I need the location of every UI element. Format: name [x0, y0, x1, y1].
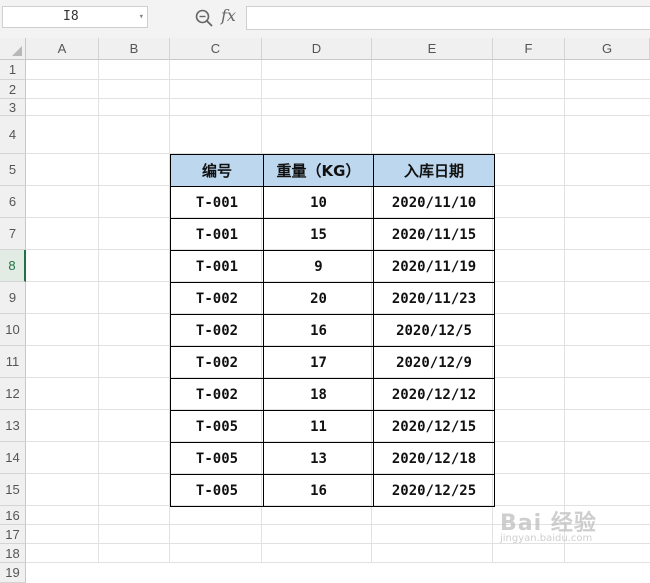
cell-id[interactable]: T-002 — [170, 346, 264, 379]
column-header-c[interactable]: C — [170, 38, 262, 60]
cell-id[interactable]: T-001 — [170, 186, 264, 219]
row-header-16[interactable]: 16 — [0, 506, 26, 525]
row-header-2[interactable]: 2 — [0, 80, 26, 99]
row-header-1[interactable]: 1 — [0, 60, 26, 80]
cell-id[interactable]: T-005 — [170, 474, 264, 507]
cell-weight[interactable]: 13 — [263, 442, 374, 475]
table-row: T-005 11 2020/12/15 — [170, 410, 495, 443]
cell-weight[interactable]: 18 — [263, 378, 374, 411]
fx-icon[interactable]: fx — [221, 6, 236, 25]
row-header-8[interactable]: 8 — [0, 250, 26, 282]
column-header-b[interactable]: B — [99, 38, 170, 60]
cell-id[interactable]: T-002 — [170, 378, 264, 411]
row-header-15[interactable]: 15 — [0, 474, 26, 506]
column-header-g[interactable]: G — [565, 38, 650, 60]
column-header-a[interactable]: A — [26, 38, 99, 60]
watermark-url: jingyan.baidu.com — [500, 533, 593, 544]
table-row: T-001 9 2020/11/19 — [170, 250, 495, 283]
row-header-12[interactable]: 12 — [0, 378, 26, 410]
row-header-4[interactable]: 4 — [0, 116, 26, 154]
cell-date[interactable]: 2020/12/25 — [373, 474, 495, 507]
row-header-19[interactable]: 19 — [0, 563, 26, 583]
cell-date[interactable]: 2020/12/18 — [373, 442, 495, 475]
table-row: T-002 18 2020/12/12 — [170, 378, 495, 411]
cell-weight[interactable]: 17 — [263, 346, 374, 379]
row-header-7[interactable]: 7 — [0, 218, 26, 250]
table-row: T-005 13 2020/12/18 — [170, 442, 495, 475]
row-header-10[interactable]: 10 — [0, 314, 26, 346]
row-header-6[interactable]: 6 — [0, 186, 26, 218]
cell-weight[interactable]: 9 — [263, 250, 374, 283]
cell-date[interactable]: 2020/12/5 — [373, 314, 495, 347]
watermark: Bai 经验 jingyan.baidu.com — [500, 505, 597, 544]
cell-id[interactable]: T-001 — [170, 250, 264, 283]
table-row: T-001 15 2020/11/15 — [170, 218, 495, 251]
row-header-13[interactable]: 13 — [0, 410, 26, 442]
cell-date[interactable]: 2020/12/9 — [373, 346, 495, 379]
column-header-f[interactable]: F — [493, 38, 565, 60]
row-header-5[interactable]: 5 — [0, 154, 26, 186]
select-all-corner[interactable] — [0, 38, 26, 60]
table-row: T-002 16 2020/12/5 — [170, 314, 495, 347]
row-header-17[interactable]: 17 — [0, 525, 26, 544]
name-box[interactable]: I8 ▾ — [2, 6, 148, 28]
zoom-icon[interactable] — [194, 8, 214, 28]
row-header-3[interactable]: 3 — [0, 99, 26, 116]
table-header-row: 编号 重量（KG） 入库日期 — [170, 154, 495, 187]
cell-weight[interactable]: 16 — [263, 314, 374, 347]
cell-weight[interactable]: 15 — [263, 218, 374, 251]
cell-id[interactable]: T-001 — [170, 218, 264, 251]
spreadsheet-grid: ABCDEFG 1 2 3 4 5 6 7 8 9 10 11 12 13 14 15 16 17 18 19 编号… — [0, 38, 650, 583]
table-row: T-005 16 2020/12/25 — [170, 474, 495, 507]
cell-date[interactable]: 2020/11/10 — [373, 186, 495, 219]
header-date[interactable]: 入库日期 — [373, 154, 495, 187]
cell-weight[interactable]: 10 — [263, 186, 374, 219]
cell-date[interactable]: 2020/11/23 — [373, 282, 495, 315]
formula-bar: I8 ▾ fx — [0, 0, 650, 38]
column-header-e[interactable]: E — [372, 38, 493, 60]
chevron-down-icon[interactable]: ▾ — [139, 7, 144, 27]
cell-weight[interactable]: 20 — [263, 282, 374, 315]
row-header-9[interactable]: 9 — [0, 282, 26, 314]
table-row: T-002 17 2020/12/9 — [170, 346, 495, 379]
cell-date[interactable]: 2020/11/19 — [373, 250, 495, 283]
cell-date[interactable]: 2020/11/15 — [373, 218, 495, 251]
row-header-18[interactable]: 18 — [0, 544, 26, 563]
row-header-14[interactable]: 14 — [0, 442, 26, 474]
header-weight[interactable]: 重量（KG） — [263, 154, 374, 187]
cell-id[interactable]: T-002 — [170, 314, 264, 347]
row-header-11[interactable]: 11 — [0, 346, 26, 378]
table-row: T-001 10 2020/11/10 — [170, 186, 495, 219]
cell-weight[interactable]: 11 — [263, 410, 374, 443]
cell-weight[interactable]: 16 — [263, 474, 374, 507]
cell-id[interactable]: T-005 — [170, 410, 264, 443]
header-id[interactable]: 编号 — [170, 154, 264, 187]
cell-id[interactable]: T-005 — [170, 442, 264, 475]
cell-id[interactable]: T-002 — [170, 282, 264, 315]
name-box-value: I8 — [63, 9, 79, 24]
data-table: 编号 重量（KG） 入库日期 T-001 10 2020/11/10 T-001 15 2… — [170, 154, 495, 507]
cell-date[interactable]: 2020/12/15 — [373, 410, 495, 443]
column-header-d[interactable]: D — [262, 38, 372, 60]
cell-date[interactable]: 2020/12/12 — [373, 378, 495, 411]
table-row: T-002 20 2020/11/23 — [170, 282, 495, 315]
formula-input[interactable] — [246, 6, 650, 30]
